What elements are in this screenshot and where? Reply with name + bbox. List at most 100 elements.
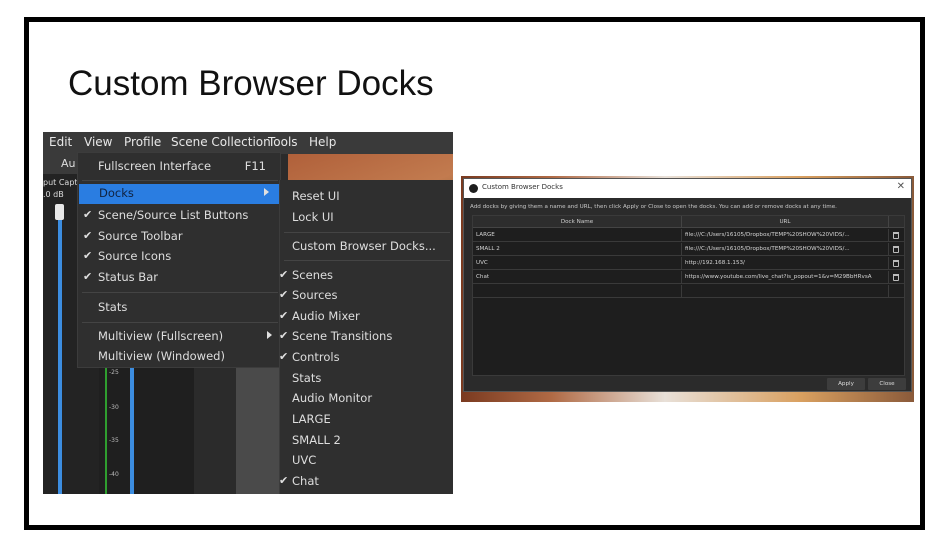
menu-item-label: Scenes xyxy=(292,268,334,282)
menu-item-multiview-fullscreen[interactable]: Multiview (Fullscreen) xyxy=(78,327,282,347)
dock-name-cell[interactable]: Chat xyxy=(473,271,682,284)
menu-separator xyxy=(82,180,278,181)
dock-url-cell[interactable]: file:///C:/Users/16105/Dropbox/TEMP%20SH… xyxy=(682,229,889,242)
column-header-dock-name: Dock Name xyxy=(473,216,682,228)
menu-separator xyxy=(82,322,278,323)
table-row: LARGE file:///C:/Users/16105/Dropbox/TEM… xyxy=(473,229,904,242)
trash-icon[interactable] xyxy=(893,274,899,281)
check-icon: ✔ xyxy=(279,268,289,281)
menu-item-label: Source Icons xyxy=(98,249,172,263)
menu-item-audio-monitor[interactable]: Audio Monitor xyxy=(280,389,453,409)
check-icon: ✔ xyxy=(279,329,289,342)
menu-item-custom-browser-docks[interactable]: Custom Browser Docks... xyxy=(280,237,453,257)
custom-browser-docks-dialog: Custom Browser Docks ✕ Add docks by givi… xyxy=(463,178,912,392)
menu-item-reset-ui[interactable]: Reset UI xyxy=(280,187,453,207)
menu-profile[interactable]: Profile xyxy=(124,135,161,149)
menu-item-chat[interactable]: ✔ Chat xyxy=(279,472,453,492)
meter-tick: -35 xyxy=(109,437,119,444)
menu-tools[interactable]: Tools xyxy=(268,135,298,149)
menu-item-label: UVC xyxy=(292,453,317,467)
dock-name-cell[interactable]: LARGE xyxy=(473,229,682,242)
dock-name-cell[interactable]: UVC xyxy=(473,257,682,270)
menu-separator xyxy=(284,232,450,233)
close-icon[interactable]: ✕ xyxy=(897,181,905,192)
submenu-arrow-icon xyxy=(264,188,269,196)
obs-screenshot: Edit View Profile Scene Collection Tools… xyxy=(43,132,453,494)
menu-item-large[interactable]: LARGE xyxy=(280,410,453,430)
meter-tick: -30 xyxy=(109,404,119,411)
menu-item-label: LARGE xyxy=(292,412,331,426)
view-menu: Fullscreen Interface F11 Docks ✔ Scene/S… xyxy=(77,152,281,368)
menu-help[interactable]: Help xyxy=(309,135,336,149)
dock-url-cell[interactable]: file:///C:/Users/16105/Dropbox/TEMP%20SH… xyxy=(682,243,889,256)
table-row: UVC http://192.168.1.153/ xyxy=(473,257,904,270)
column-header-actions xyxy=(889,216,904,228)
shortcut-label: F11 xyxy=(244,159,266,173)
menu-edit[interactable]: Edit xyxy=(49,135,72,149)
docks-submenu: Reset UI Lock UI Custom Browser Docks...… xyxy=(279,180,453,494)
menu-item-small-2[interactable]: SMALL 2 xyxy=(280,431,453,451)
menu-item-multiview-windowed[interactable]: Multiview (Windowed) xyxy=(78,347,282,367)
trash-icon[interactable] xyxy=(893,260,899,267)
menu-item-label: Custom Browser Docks... xyxy=(292,239,436,253)
check-icon: ✔ xyxy=(279,309,289,322)
check-icon: ✔ xyxy=(83,208,93,221)
new-dock-name-cell[interactable] xyxy=(473,285,682,298)
menu-item-scene-transitions[interactable]: ✔ Scene Transitions xyxy=(279,327,453,347)
menu-item-uvc[interactable]: UVC xyxy=(280,451,453,471)
dock-url-cell[interactable]: http://192.168.1.153/ xyxy=(682,257,889,270)
input-capture-label: put Capt xyxy=(43,178,78,187)
apply-button[interactable]: Apply xyxy=(827,378,865,390)
menu-item-label: Source Toolbar xyxy=(98,229,183,243)
menu-item-controls[interactable]: ✔ Controls xyxy=(279,348,453,368)
menu-item-label: Scene Transitions xyxy=(292,329,393,343)
table-row: SMALL 2 file:///C:/Users/16105/Dropbox/T… xyxy=(473,243,904,256)
check-icon: ✔ xyxy=(83,249,93,262)
menu-item-scenes[interactable]: ✔ Scenes xyxy=(279,266,453,286)
menu-item-audio-mixer[interactable]: ✔ Audio Mixer xyxy=(279,307,453,327)
dialog-titlebar: Custom Browser Docks ✕ xyxy=(464,179,911,198)
menu-view[interactable]: View xyxy=(84,135,112,149)
slide-title: Custom Browser Docks xyxy=(68,64,434,103)
menu-item-lock-ui[interactable]: Lock UI xyxy=(280,208,453,228)
trash-icon[interactable] xyxy=(893,246,899,253)
menu-item-label: Controls xyxy=(292,350,340,364)
menu-item-status-bar[interactable]: ✔ Status Bar xyxy=(78,268,282,288)
menu-item-label: Docks xyxy=(99,186,134,200)
check-icon: ✔ xyxy=(83,270,93,283)
new-dock-url-cell[interactable] xyxy=(682,285,889,298)
meter-scale-line xyxy=(105,362,107,494)
menu-scene-collection[interactable]: Scene Collection xyxy=(171,135,271,149)
menu-item-source-icons[interactable]: ✔ Source Icons xyxy=(78,247,282,267)
menu-item-label: Stats xyxy=(98,300,128,314)
menu-item-stats[interactable]: Stats xyxy=(78,298,282,318)
menu-item-label: Fullscreen Interface xyxy=(98,159,212,173)
menu-item-scene-source-list-buttons[interactable]: ✔ Scene/Source List Buttons xyxy=(78,206,282,226)
menu-item-label: Multiview (Fullscreen) xyxy=(98,329,224,343)
background-artwork xyxy=(501,394,508,402)
meter-tick: -40 xyxy=(109,471,119,478)
menu-item-fullscreen-interface[interactable]: Fullscreen Interface F11 xyxy=(78,157,282,177)
menu-item-docks[interactable]: Docks xyxy=(79,184,279,204)
menu-item-label: Multiview (Windowed) xyxy=(98,349,225,363)
meter-tick: -25 xyxy=(109,369,119,376)
volume-slider-knob[interactable] xyxy=(55,204,64,220)
dock-name-cell[interactable]: SMALL 2 xyxy=(473,243,682,256)
menu-item-label: Lock UI xyxy=(292,210,334,224)
menu-item-source-toolbar[interactable]: ✔ Source Toolbar xyxy=(78,227,282,247)
trash-icon[interactable] xyxy=(893,232,899,239)
docks-table: Dock Name URL LARGE file:///C:/Users/161… xyxy=(472,215,905,376)
table-row-empty xyxy=(473,285,904,298)
menu-item-label: Audio Monitor xyxy=(292,391,373,405)
menu-item-sources[interactable]: ✔ Sources xyxy=(279,286,453,306)
menu-separator xyxy=(284,260,450,261)
check-icon: ✔ xyxy=(279,474,289,487)
menu-separator xyxy=(82,292,278,293)
dock-url-cell[interactable]: https://www.youtube.com/live_chat?is_pop… xyxy=(682,271,889,284)
column-header-url: URL xyxy=(682,216,889,228)
submenu-arrow-icon xyxy=(267,331,272,339)
menu-item-stats-dock[interactable]: Stats xyxy=(280,369,453,389)
close-button[interactable]: Close xyxy=(868,378,906,390)
menu-item-label: Sources xyxy=(292,288,338,302)
dialog-screenshot: Custom Browser Docks ✕ Add docks by givi… xyxy=(461,176,914,402)
